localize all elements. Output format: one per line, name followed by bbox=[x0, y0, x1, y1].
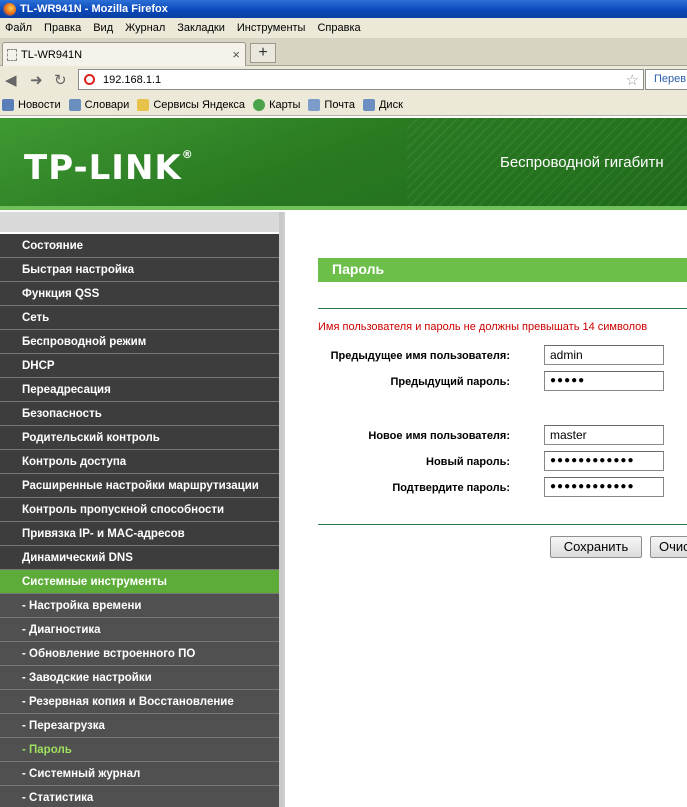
sidebar-subitem-reboot[interactable]: - Перезагрузка bbox=[0, 714, 279, 738]
sidebar-item-network[interactable]: Сеть bbox=[0, 306, 279, 330]
clear-button[interactable]: Очистить bbox=[650, 536, 687, 558]
section-title: Пароль bbox=[318, 258, 687, 282]
bookmarks-toolbar: Новости Словари Сервисы Яндекса Карты По… bbox=[0, 94, 687, 116]
url-text: 192.168.1.1 bbox=[103, 73, 162, 86]
tp-link-logo: TP-LINK® bbox=[24, 148, 194, 188]
menu-view[interactable]: Вид bbox=[93, 22, 113, 34]
menu-bookmarks[interactable]: Закладки bbox=[177, 22, 225, 34]
sidebar-subitem-diagnostics[interactable]: - Диагностика bbox=[0, 618, 279, 642]
address-bar[interactable]: 192.168.1.1 ☆ bbox=[78, 69, 644, 90]
old-password-field[interactable]: ●●●●● bbox=[544, 371, 664, 391]
sidebar-item-dhcp[interactable]: DHCP bbox=[0, 354, 279, 378]
new-username-label: Новое имя пользователя: bbox=[368, 430, 510, 442]
sidebar-item-forwarding[interactable]: Переадресация bbox=[0, 378, 279, 402]
menu-history[interactable]: Журнал bbox=[125, 22, 165, 34]
bookmark-maps[interactable]: Карты bbox=[253, 98, 300, 111]
search-input[interactable]: Перев bbox=[645, 69, 687, 90]
main-content: Пароль Имя пользователя и пароль не долж… bbox=[283, 212, 687, 807]
confirm-password-field[interactable]: ●●●●●●●●●●●● bbox=[544, 477, 664, 497]
sidebar-item-wireless[interactable]: Беспроводной режим bbox=[0, 330, 279, 354]
menu-tools[interactable]: Инструменты bbox=[237, 22, 306, 34]
new-password-field[interactable]: ●●●●●●●●●●●● bbox=[544, 451, 664, 471]
sidebar-item-dynamic-dns[interactable]: Динамический DNS bbox=[0, 546, 279, 570]
old-username-label: Предыдущее имя пользователя: bbox=[330, 350, 510, 362]
new-tab-button[interactable]: + bbox=[250, 43, 276, 63]
sidebar-subitem-factory-defaults[interactable]: - Заводские настройки bbox=[0, 666, 279, 690]
bookmark-yandex-services[interactable]: Сервисы Яндекса bbox=[137, 98, 245, 111]
browser-tab[interactable]: TL-WR941N × bbox=[2, 42, 246, 66]
sidebar-subitem-statistics[interactable]: - Статистика bbox=[0, 786, 279, 807]
sidebar-subitem-firmware-upgrade[interactable]: - Обновление встроенного ПО bbox=[0, 642, 279, 666]
window-titlebar: TL-WR941N - Mozilla Firefox bbox=[0, 0, 687, 18]
sidebar-top-spacer bbox=[0, 212, 283, 234]
menu-bar: Файл Правка Вид Журнал Закладки Инструме… bbox=[0, 18, 687, 38]
bookmark-news[interactable]: Новости bbox=[2, 98, 61, 111]
bookmark-star-icon[interactable]: ☆ bbox=[626, 71, 639, 89]
warning-text: Имя пользователя и пароль не должны прев… bbox=[318, 321, 648, 333]
firefox-logo-icon bbox=[3, 2, 16, 16]
old-username-field[interactable]: admin bbox=[544, 345, 664, 365]
folder-icon bbox=[137, 98, 150, 111]
sidebar-item-status[interactable]: Состояние bbox=[0, 234, 279, 258]
bookmark-dictionaries[interactable]: Словари bbox=[68, 98, 129, 111]
back-arrow-icon[interactable]: ◀ bbox=[5, 71, 17, 89]
menu-help[interactable]: Справка bbox=[317, 22, 360, 34]
sidebar-item-ip-mac-binding[interactable]: Привязка IP- и MAC-адресов bbox=[0, 522, 279, 546]
tab-title: TL-WR941N bbox=[21, 48, 83, 61]
bookmark-disk[interactable]: Диск bbox=[362, 98, 403, 111]
window-title: TL-WR941N - Mozilla Firefox bbox=[20, 3, 168, 15]
site-identity-icon bbox=[84, 74, 95, 85]
sidebar-item-system-tools[interactable]: Системные инструменты bbox=[0, 570, 279, 594]
close-tab-icon[interactable]: × bbox=[232, 47, 240, 62]
sidebar-item-advanced-routing[interactable]: Расширенные настройки маршрутизации bbox=[0, 474, 279, 498]
maps-icon bbox=[253, 98, 266, 111]
old-password-label: Предыдущий пароль: bbox=[390, 376, 510, 388]
tab-strip: TL-WR941N × + bbox=[0, 38, 687, 66]
sidebar-item-quick-setup[interactable]: Быстрая настройка bbox=[0, 258, 279, 282]
page-icon bbox=[7, 48, 17, 61]
new-username-field[interactable]: master bbox=[544, 425, 664, 445]
new-password-label: Новый пароль: bbox=[426, 456, 510, 468]
sidebar-menu: Состояние Быстрая настройка Функция QSS … bbox=[0, 212, 283, 807]
sidebar-subitem-password[interactable]: - Пароль bbox=[0, 738, 279, 762]
reload-icon[interactable]: ↻ bbox=[54, 71, 67, 89]
sidebar-item-security[interactable]: Безопасность bbox=[0, 402, 279, 426]
sidebar-subitem-backup-restore[interactable]: - Резервная копия и Восстановление bbox=[0, 690, 279, 714]
sidebar-item-access-control[interactable]: Контроль доступа bbox=[0, 450, 279, 474]
sidebar-subitem-system-log[interactable]: - Системный журнал bbox=[0, 762, 279, 786]
header-title: Беспроводной гигабитн bbox=[500, 154, 664, 171]
divider-bottom bbox=[318, 524, 687, 525]
sidebar-subitem-time-settings[interactable]: - Настройка времени bbox=[0, 594, 279, 618]
mail-icon bbox=[308, 98, 321, 111]
sidebar-item-bandwidth-control[interactable]: Контроль пропускной способности bbox=[0, 498, 279, 522]
divider-top bbox=[318, 308, 687, 309]
sidebar-item-qss[interactable]: Функция QSS bbox=[0, 282, 279, 306]
forward-arrow-icon[interactable]: ➜ bbox=[30, 71, 43, 89]
bookmark-mail[interactable]: Почта bbox=[308, 98, 355, 111]
save-button[interactable]: Сохранить bbox=[550, 536, 642, 558]
dictionary-icon bbox=[68, 98, 81, 111]
menu-edit[interactable]: Правка bbox=[44, 22, 81, 34]
sidebar-item-parental-control[interactable]: Родительский контроль bbox=[0, 426, 279, 450]
menu-file[interactable]: Файл bbox=[5, 22, 32, 34]
confirm-password-label: Подтвердите пароль: bbox=[392, 482, 510, 494]
navigation-bar: ◀ ➜ ↻ 192.168.1.1 ☆ Перев bbox=[0, 66, 687, 94]
disk-icon bbox=[362, 98, 375, 111]
news-icon bbox=[2, 98, 14, 111]
router-header: TP-LINK® Беспроводной гигабитн bbox=[0, 118, 687, 210]
